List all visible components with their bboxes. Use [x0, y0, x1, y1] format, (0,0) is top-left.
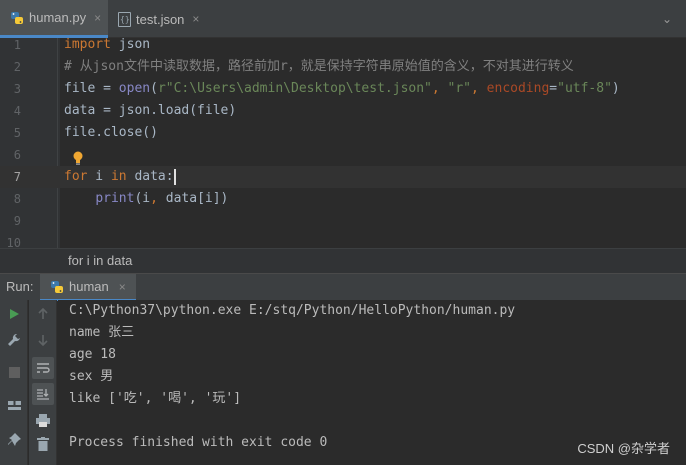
wrench-icon[interactable]: [3, 329, 25, 351]
code-token: encoding: [486, 81, 550, 96]
arrow-up-icon[interactable]: [32, 303, 54, 325]
line-number: 6: [13, 148, 21, 162]
tab-label: human.py: [29, 10, 87, 25]
code-text[interactable]: import json: [64, 38, 150, 56]
code-token: data = json.load(file): [64, 103, 237, 118]
code-line[interactable]: 1 import json: [0, 38, 686, 56]
close-icon[interactable]: ×: [192, 12, 199, 26]
code-token: json: [110, 38, 151, 52]
layout-icon[interactable]: [3, 394, 25, 416]
trash-icon[interactable]: [32, 433, 54, 455]
code-line[interactable]: 8 print(i, data[i]): [0, 188, 686, 210]
console-line: like ['吃', '喝', '玩']: [69, 391, 242, 406]
code-line[interactable]: 6: [0, 144, 686, 166]
code-editor[interactable]: 1 import json 2 # 从json文件中读取数据，路径前加r，就是保持字符…: [0, 38, 686, 248]
rerun-icon[interactable]: [3, 303, 25, 325]
soft-wrap-icon[interactable]: [32, 357, 54, 379]
code-token: import: [64, 38, 111, 52]
tab-human-py[interactable]: human.py ×: [0, 0, 108, 38]
line-number: 1: [13, 38, 21, 52]
code-token: r"C:\Users\admin\Desktop\test.json": [157, 81, 432, 96]
code-token: ,: [471, 81, 487, 96]
editor-tab-bar: human.py × test.json × ⌄: [0, 0, 686, 38]
console-line: C:\Python37\python.exe E:/stq/Python/Hel…: [69, 303, 516, 318]
python-file-icon: [10, 11, 24, 25]
code-line[interactable]: 5 file.close(): [0, 122, 686, 144]
scroll-to-end-icon[interactable]: [32, 383, 54, 405]
run-tool-window-header: Run: human ×: [0, 273, 686, 301]
code-token: (i: [134, 191, 151, 206]
line-number: 9: [13, 214, 21, 228]
code-text[interactable]: for i in data:: [64, 166, 176, 188]
pin-icon[interactable]: [3, 428, 25, 450]
lightbulb-icon[interactable]: [72, 151, 84, 165]
chevron-down-icon[interactable]: ⌄: [662, 12, 672, 26]
json-file-icon: [118, 11, 131, 27]
run-tab-label: human: [69, 279, 109, 294]
code-line[interactable]: 9: [0, 210, 686, 232]
code-token: file =: [64, 81, 119, 96]
code-line[interactable]: 10: [0, 232, 686, 248]
code-token: in: [110, 169, 127, 184]
code-token: data:: [126, 169, 174, 184]
code-text[interactable]: print(i, data[i]): [64, 188, 228, 210]
console-line: name 张三: [69, 325, 135, 340]
code-token: # 从json文件中读取数据，路径前加r，就是保持字符串原始值的含义，不对其进行…: [64, 59, 574, 74]
code-token: data[i]): [165, 191, 229, 206]
code-text[interactable]: data = json.load(file): [64, 100, 236, 122]
run-label: Run:: [6, 279, 34, 294]
line-number: 2: [13, 60, 21, 74]
line-number: 5: [13, 126, 21, 140]
text-caret: [173, 168, 176, 185]
run-toolbar-secondary: [29, 300, 57, 465]
console-line: Process finished with exit code 0: [69, 435, 328, 450]
code-token: open: [118, 81, 151, 96]
code-text[interactable]: file.close(): [64, 122, 158, 144]
close-icon[interactable]: ×: [119, 280, 126, 294]
console-line: sex 男: [69, 369, 114, 384]
stop-icon[interactable]: [3, 361, 25, 383]
line-number: 3: [13, 82, 21, 96]
run-tab-human[interactable]: human ×: [40, 274, 136, 301]
code-line[interactable]: 3 file = open(r"C:\Users\admin\Desktop\te…: [0, 78, 686, 100]
code-line[interactable]: 4 data = json.load(file): [0, 100, 686, 122]
code-token: "r": [447, 81, 472, 96]
code-token: ,: [431, 81, 448, 96]
breadcrumb[interactable]: for i in data: [0, 248, 686, 273]
code-token: "utf-8": [557, 81, 612, 96]
line-number: 8: [13, 192, 21, 206]
code-token: ): [611, 81, 620, 96]
code-token: file.close(): [64, 125, 158, 140]
arrow-down-icon[interactable]: [32, 329, 54, 351]
line-number: 4: [13, 104, 21, 118]
code-token: i: [87, 169, 111, 184]
code-token: ,: [150, 191, 166, 206]
watermark: CSDN @杂学者: [577, 441, 670, 456]
code-text[interactable]: file = open(r"C:\Users\admin\Desktop\tes…: [64, 78, 620, 100]
tab-label: test.json: [136, 11, 185, 27]
console-line: age 18: [69, 347, 116, 362]
line-number: 7: [13, 170, 21, 184]
tab-test-json[interactable]: test.json ×: [108, 0, 208, 38]
print-icon[interactable]: [32, 409, 54, 431]
code-token: (: [150, 81, 158, 96]
code-token: =: [549, 81, 558, 96]
close-icon[interactable]: ×: [94, 11, 101, 25]
run-toolbar-primary: [0, 300, 28, 465]
code-line[interactable]: 7 for i in data:: [0, 166, 686, 188]
code-token: print: [95, 191, 135, 206]
python-file-icon: [50, 280, 64, 294]
code-line[interactable]: 2 # 从json文件中读取数据，路径前加r，就是保持字符串原始值的含义，不对其进…: [0, 56, 686, 78]
code-token: for: [64, 169, 88, 184]
line-number: 10: [6, 236, 21, 248]
code-text[interactable]: # 从json文件中读取数据，路径前加r，就是保持字符串原始值的含义，不对其进行…: [64, 56, 574, 78]
